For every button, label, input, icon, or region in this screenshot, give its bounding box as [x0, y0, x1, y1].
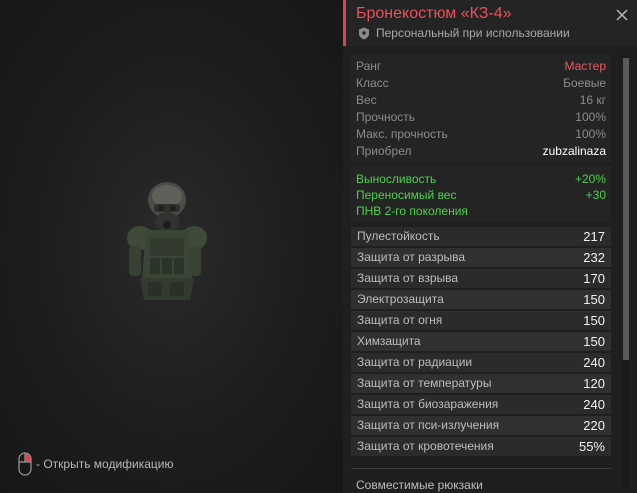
stat-value: 150: [583, 313, 605, 328]
item-preview[interactable]: - Открыть модификацию: [0, 0, 343, 493]
stat-key: Защита от биозаражения: [357, 397, 499, 411]
stat-row: Защита от радиации 240: [351, 353, 611, 372]
compatible-backpacks-label: Совместимые рюкзаки: [356, 478, 483, 492]
bonus-value: +30: [585, 188, 606, 202]
stat-row: Защита от кровотечения 55%: [351, 437, 611, 456]
stat-value: 240: [583, 355, 605, 370]
stat-key: Защита от взрыва: [357, 271, 459, 285]
info-row-weight: Вес 16 кг: [351, 92, 611, 109]
stat-key: Химзащита: [357, 334, 421, 348]
item-content: Ранг Мастер Класс Боевые Вес 16 кг Прочн…: [343, 50, 619, 493]
info-key: Приобрел: [356, 144, 412, 158]
item-title: Бронекостюм «КЗ-4»: [356, 5, 512, 22]
info-value: 16 кг: [579, 93, 606, 107]
bonus-section: Выносливость +20% Переносимый вес +30 ПН…: [351, 166, 611, 222]
stat-row: Защита от огня 150: [351, 311, 611, 330]
info-value: Боевые: [563, 76, 606, 90]
stat-value: 150: [583, 334, 605, 349]
protection-stats: Пулестойкость 217 Защита от разрыва 232 …: [351, 224, 611, 462]
close-icon[interactable]: [615, 8, 629, 22]
info-value: 100%: [575, 110, 606, 124]
stat-row: Защита от взрыва 170: [351, 269, 611, 288]
bonus-value: +20%: [574, 172, 606, 186]
stat-value: 170: [583, 271, 605, 286]
stat-key: Защита от температуры: [357, 376, 492, 390]
info-value: 100%: [575, 127, 606, 141]
open-modification-hint: - Открыть модификацию: [18, 452, 174, 476]
stat-value: 220: [583, 418, 605, 433]
bonus-key: Выносливость: [356, 172, 437, 186]
stat-row: Химзащита 150: [351, 332, 611, 351]
bonus-key: Переносимый вес: [356, 188, 457, 202]
info-value: Мастер: [564, 59, 606, 73]
scrollbar-thumb[interactable]: [623, 58, 629, 360]
stat-value: 150: [583, 292, 605, 307]
info-row-durability: Прочность 100%: [351, 109, 611, 126]
mouse-icon: [18, 452, 32, 476]
info-key: Ранг: [356, 59, 382, 73]
stat-key: Защита от огня: [357, 313, 443, 327]
stat-key: Защита от разрыва: [357, 250, 466, 264]
info-key: Вес: [356, 93, 377, 107]
scrollbar[interactable]: [623, 56, 629, 488]
armor-model-image: [127, 182, 207, 300]
shield-icon: [359, 27, 369, 39]
info-row-max-durability: Макс. прочность 100%: [351, 126, 611, 143]
stat-key: Защита от кровотечения: [357, 439, 494, 453]
info-key: Класс: [356, 76, 389, 90]
item-header: Бронекостюм «КЗ-4» Персональный при испо…: [343, 0, 637, 46]
stat-key: Защита от радиации: [357, 355, 473, 369]
stat-row: Защита от биозаражения 240: [351, 395, 611, 414]
stat-row: Пулестойкость 217: [351, 227, 611, 246]
stat-row: Защита от температуры 120: [351, 374, 611, 393]
bonus-key: ПНВ 2-го поколения: [356, 204, 468, 218]
info-row-rank: Ранг Мастер: [351, 58, 611, 75]
stat-row: Электрозащита 150: [351, 290, 611, 309]
item-details-panel: Бронекостюм «КЗ-4» Персональный при испо…: [343, 0, 637, 493]
compatible-backpacks-section[interactable]: Совместимые рюкзаки: [351, 468, 611, 493]
info-row-class: Класс Боевые: [351, 75, 611, 92]
info-key: Макс. прочность: [356, 127, 448, 141]
stat-value: 232: [583, 250, 605, 265]
item-binding: Персональный при использовании: [358, 26, 570, 40]
binding-text: Персональный при использовании: [376, 26, 570, 40]
stat-row: Защита от разрыва 232: [351, 248, 611, 267]
info-value: zubzalinaza: [542, 144, 606, 158]
stat-row: Защита от пси-излучения 220: [351, 416, 611, 435]
stat-key: Пулестойкость: [357, 229, 440, 243]
stat-value: 55%: [578, 439, 605, 454]
info-key: Прочность: [356, 110, 416, 124]
info-section: Ранг Мастер Класс Боевые Вес 16 кг Прочн…: [351, 54, 611, 162]
bonus-row-stamina: Выносливость +20%: [351, 171, 611, 187]
info-row-owner: Приобрел zubzalinaza: [351, 143, 611, 160]
stat-value: 240: [583, 397, 605, 412]
stat-value: 120: [583, 376, 605, 391]
bonus-row-carry-weight: Переносимый вес +30: [351, 187, 611, 203]
stat-key: Электрозащита: [357, 292, 444, 306]
hint-text: - Открыть модификацию: [36, 457, 174, 471]
stat-value: 217: [583, 229, 605, 244]
bonus-row-night-vision: ПНВ 2-го поколения: [351, 203, 611, 219]
stat-key: Защита от пси-излучения: [357, 418, 500, 432]
